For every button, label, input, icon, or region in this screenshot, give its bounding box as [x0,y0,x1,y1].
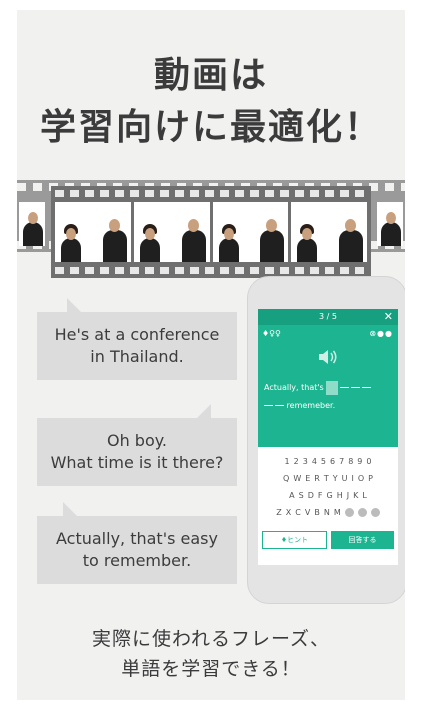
key[interactable]: F [318,487,323,504]
film-strip-front [51,186,371,278]
keyboard-row-zxcv: Z X C V B N M [258,504,398,521]
key[interactable]: N [324,504,330,521]
speech-bubble-2: Oh boy. What time is it there? [37,404,237,486]
sentence-start: Actually, that's [264,383,324,392]
key[interactable]: X [286,504,291,521]
key[interactable]: 2 [294,453,299,470]
speech-bubble-1-line2: in Thailand. [90,347,184,366]
key[interactable]: 9 [357,453,362,470]
speech-bubble-3-line2: to remember. [82,551,192,570]
key[interactable]: 5 [321,453,326,470]
key[interactable]: 3 [303,453,308,470]
phone-screen: 3 / 5 ✕ ♦♀♀ ⊗●● Actually, that's rememeb… [258,309,398,565]
keyboard-row-numbers: 1 2 3 4 5 6 7 8 9 0 [258,453,398,470]
video-frame [55,202,131,262]
close-icon[interactable]: ✕ [384,309,393,325]
key[interactable]: 0 [366,453,371,470]
key[interactable]: E [305,470,310,487]
headline-line2: 学習向けに最適化！ [39,107,382,148]
status-dots: ⊗●● [369,329,393,338]
speech-bubble-3: Actually, that's easy to remember. [37,502,237,584]
quiz-actions: ♦ヒント 回答する [262,531,394,549]
key[interactable]: U [342,470,348,487]
key[interactable]: Q [283,470,289,487]
quiz-panel: 3 / 5 ✕ ♦♀♀ ⊗●● Actually, that's rememeb… [258,309,398,447]
keyboard-row-qwerty: Q W E R T Y U I O P [258,470,398,487]
key[interactable]: C [295,504,301,521]
key[interactable]: Z [276,504,281,521]
key[interactable]: M [334,504,341,521]
video-frame [133,202,210,262]
answer-blank[interactable] [326,380,339,395]
key[interactable]: J [347,487,349,504]
progress-label: 3 / 5 [319,312,337,321]
key[interactable]: D [308,487,314,504]
speech-bubble-1-line1: He's at a conference [54,325,220,344]
key-icon[interactable] [357,508,367,517]
key[interactable]: G [327,487,333,504]
speaker-icon[interactable] [318,349,338,368]
answer-button[interactable]: 回答する [331,531,394,549]
headline-line1: 動画は [153,55,268,96]
key[interactable]: A [289,487,294,504]
key[interactable]: R [314,470,320,487]
speech-bubble-2-line1: Oh boy. [106,431,168,450]
video-frame [212,202,289,262]
key[interactable]: W [293,470,301,487]
promo-panel: 動画は 学習向けに最適化！ He's at a conference in Th… [17,10,405,700]
fill-blank-sentence: Actually, that's rememeber. [264,379,394,415]
footer-line1: 実際に使われるフレーズ、 [91,628,331,650]
keyboard-row-asdf: A S D F G H J K L [258,487,398,504]
key[interactable]: T [324,470,329,487]
sentence-end: rememeber. [286,401,336,410]
footer-line2: 単語を学習できる！ [121,658,301,680]
phone-mockup: 3 / 5 ✕ ♦♀♀ ⊗●● Actually, that's rememeb… [247,276,405,604]
key[interactable]: 7 [339,453,344,470]
video-frame [291,202,367,262]
key[interactable]: Y [333,470,338,487]
progress-bar: 3 / 5 ✕ [258,309,398,325]
key[interactable]: B [314,504,320,521]
keyboard: 1 2 3 4 5 6 7 8 9 0 Q W E R T Y U I O P … [258,453,398,521]
film-frame-edge-right [377,202,403,246]
backspace-icon[interactable] [370,508,380,517]
film-strip [17,172,405,282]
key[interactable]: 6 [330,453,335,470]
key-icon[interactable] [344,508,354,517]
key[interactable]: H [337,487,343,504]
hint-icons: ♦♀♀ [262,329,281,338]
key[interactable]: I [352,470,354,487]
key[interactable]: O [358,470,364,487]
speech-bubble-1: He's at a conference in Thailand. [37,298,237,380]
film-frame-edge-left [19,202,45,246]
key[interactable]: 8 [348,453,353,470]
speech-bubble-2-line2: What time is it there? [50,453,224,472]
speech-bubble-3-line1: Actually, that's easy [56,529,218,548]
key[interactable]: P [368,470,373,487]
key[interactable]: S [299,487,304,504]
key[interactable]: L [362,487,366,504]
hint-button[interactable]: ♦ヒント [262,531,327,549]
key[interactable]: 4 [312,453,317,470]
key[interactable]: 1 [285,453,290,470]
key[interactable]: V [305,504,310,521]
key[interactable]: K [353,487,358,504]
